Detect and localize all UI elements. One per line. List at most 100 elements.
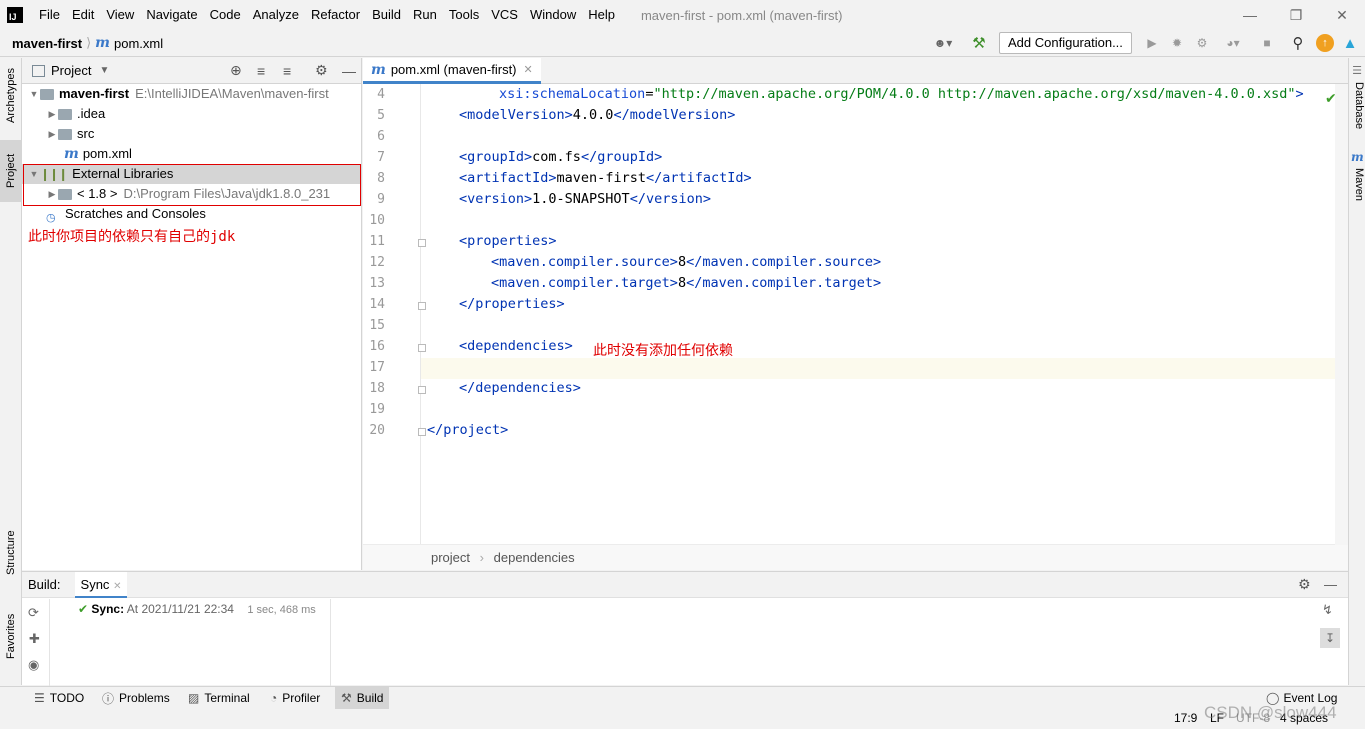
chevron-down-icon[interactable]: ▼ xyxy=(28,84,40,104)
code-line-13: <maven.compiler.target>8</maven.compiler… xyxy=(491,273,881,294)
caret-position[interactable]: 17:9 xyxy=(1174,711,1197,725)
menu-run[interactable]: Run xyxy=(407,0,443,30)
chevron-right-icon[interactable]: ▶ xyxy=(46,104,58,124)
project-tool-tab[interactable]: Project xyxy=(0,140,22,202)
menu-analyze[interactable]: Analyze xyxy=(247,0,305,30)
hide-panel-icon[interactable]: — xyxy=(342,63,356,79)
debug-icon[interactable]: ✹ xyxy=(1168,34,1186,52)
close-icon[interactable]: ✕ xyxy=(113,581,121,592)
breadcrumb-item-project[interactable]: project xyxy=(431,550,470,565)
xml-text: maven-first xyxy=(556,170,646,186)
xml-tag: </groupId> xyxy=(580,149,663,165)
xml-tag: </modelVersion> xyxy=(613,107,736,123)
code-line-18: </dependencies> xyxy=(459,380,581,396)
project-panel-header: Project ▼ ⊕ ≡ ≡ ⚙ — xyxy=(22,58,361,84)
user-icon[interactable]: ☻▾ xyxy=(928,34,958,52)
profile-icon[interactable]: ◕▾ xyxy=(1218,34,1248,52)
tree-item-idea[interactable]: ▶ .idea xyxy=(46,104,106,124)
menu-view[interactable]: View xyxy=(100,0,140,30)
maven-tool-tab[interactable]: Maven xyxy=(1349,168,1365,210)
expand-all-icon[interactable]: ≡ xyxy=(257,63,265,79)
tree-item-src[interactable]: ▶ src xyxy=(46,124,95,144)
breadcrumb-item-dependencies[interactable]: dependencies xyxy=(494,550,575,565)
todo-tab[interactable]: ☰ TODO xyxy=(28,687,90,709)
gear-icon[interactable]: ⚙ xyxy=(315,62,328,79)
menu-code[interactable]: Code xyxy=(204,0,247,30)
eye-icon[interactable]: ◉ xyxy=(28,657,39,673)
code-line-8: <artifactId>maven-first</artifactId> xyxy=(459,168,752,189)
refresh-icon[interactable]: ⟳ xyxy=(28,605,39,621)
chevron-right-icon: › xyxy=(479,550,484,565)
menu-navigate[interactable]: Navigate xyxy=(140,0,203,30)
nav-project-name[interactable]: maven-first xyxy=(12,36,82,51)
editor-tab-bar: m pom.xml (maven-first) ✕ xyxy=(363,58,1348,84)
menu-tools[interactable]: Tools xyxy=(443,0,485,30)
problems-label: Problems xyxy=(119,691,170,705)
project-panel-title[interactable]: Project xyxy=(51,63,91,78)
code-line-14: </properties> xyxy=(459,296,565,312)
archetypes-tab[interactable]: Archetypes xyxy=(0,62,22,128)
editor-panel: m pom.xml (maven-first) ✕ 4 5 6 7 8 9 10… xyxy=(363,58,1348,570)
hammer-build-icon[interactable]: ⚒ xyxy=(970,34,988,52)
code-area[interactable]: xsi:schemaLocation="http://maven.apache.… xyxy=(363,84,1348,544)
coverage-icon[interactable]: ⚙ xyxy=(1193,34,1211,52)
editor-tab-pom[interactable]: m pom.xml (maven-first) ✕ xyxy=(363,58,541,84)
menu-edit[interactable]: Edit xyxy=(66,0,100,30)
run-icon[interactable]: ▶ xyxy=(1143,34,1161,52)
close-window-button[interactable]: ✕ xyxy=(1319,0,1365,30)
xml-tag: <groupId> xyxy=(459,149,533,165)
favorites-tool-tab[interactable]: Favorites xyxy=(0,606,22,666)
menu-file[interactable]: File xyxy=(33,0,66,30)
pin-icon[interactable]: ✚ xyxy=(29,631,40,647)
xml-tag-end: > xyxy=(1295,86,1304,102)
update-icon[interactable]: ↑ xyxy=(1316,34,1334,52)
minimize-button[interactable]: — xyxy=(1227,0,1273,30)
tree-item-pom[interactable]: m pom.xml xyxy=(64,144,132,164)
terminal-tab[interactable]: ▨ Terminal xyxy=(182,687,256,709)
add-configuration-button[interactable]: Add Configuration... xyxy=(999,32,1132,54)
code-line-16: <dependencies> xyxy=(459,338,573,354)
problems-tab[interactable]: ⓘ Problems xyxy=(96,687,176,709)
menu-build[interactable]: Build xyxy=(366,0,407,30)
xml-tag: </maven.compiler.source> xyxy=(686,254,882,270)
intellij-logo-icon: IJ xyxy=(7,7,23,23)
close-icon[interactable]: ✕ xyxy=(524,63,533,76)
toolbox-icon[interactable]: ▲ xyxy=(1341,34,1359,52)
profiler-tab[interactable]: ◔ Profiler xyxy=(264,687,326,709)
chevron-down-icon[interactable]: ▼ xyxy=(99,65,109,76)
hide-panel-icon[interactable]: — xyxy=(1324,577,1337,592)
structure-tool-tab[interactable]: Structure xyxy=(0,520,22,586)
xml-text: com.fs xyxy=(532,149,581,165)
nav-file-name[interactable]: pom.xml xyxy=(114,36,163,51)
xml-tag: <version> xyxy=(459,191,533,207)
build-tab[interactable]: ⚒ Build xyxy=(335,687,390,709)
code-line-4: xsi:schemaLocation="http://maven.apache.… xyxy=(499,84,1304,105)
gear-icon[interactable]: ⚙ xyxy=(1298,576,1311,593)
scratches-icon: ◷ xyxy=(46,212,56,224)
search-icon[interactable]: ⚲ xyxy=(1289,34,1307,52)
maximize-button[interactable]: ❐ xyxy=(1273,0,1319,30)
collapse-all-icon[interactable]: ≡ xyxy=(283,63,291,79)
editor-scrollbar[interactable] xyxy=(1335,84,1348,545)
menu-window[interactable]: Window xyxy=(524,0,582,30)
tree-label: Scratches and Consoles xyxy=(65,206,206,221)
database-tool-tab[interactable]: Database xyxy=(1349,82,1365,134)
left-tool-stripe: Archetypes Project Structure Favorites xyxy=(0,58,22,685)
stop-icon[interactable]: ■ xyxy=(1258,34,1276,52)
menu-help[interactable]: Help xyxy=(582,0,621,30)
menu-refactor[interactable]: Refactor xyxy=(305,0,366,30)
chevron-right-icon[interactable]: ▶ xyxy=(46,124,58,144)
maven-file-icon: m xyxy=(95,35,110,51)
tree-item-scratches[interactable]: ◷ Scratches and Consoles xyxy=(46,204,206,224)
sync-result-row[interactable]: ✔ Sync: At 2021/11/21 22:34 1 sec, 468 m… xyxy=(78,602,316,616)
maven-file-icon: m xyxy=(371,61,386,78)
xml-attribute: xsi:schemaLocation xyxy=(499,86,646,102)
scroll-to-end-icon[interactable]: ↧ xyxy=(1320,628,1340,648)
menu-vcs[interactable]: VCS xyxy=(485,0,524,30)
sync-tab[interactable]: Sync ✕ xyxy=(74,571,128,598)
check-icon: ✔ xyxy=(78,602,89,616)
soft-wrap-icon[interactable]: ↯ xyxy=(1322,602,1333,618)
locate-icon[interactable]: ⊕ xyxy=(230,62,242,79)
tree-item-root[interactable]: ▼ maven-first E:\IntelliJIDEA\Maven\mave… xyxy=(28,84,329,104)
root-path: E:\IntelliJIDEA\Maven\maven-first xyxy=(135,86,329,101)
